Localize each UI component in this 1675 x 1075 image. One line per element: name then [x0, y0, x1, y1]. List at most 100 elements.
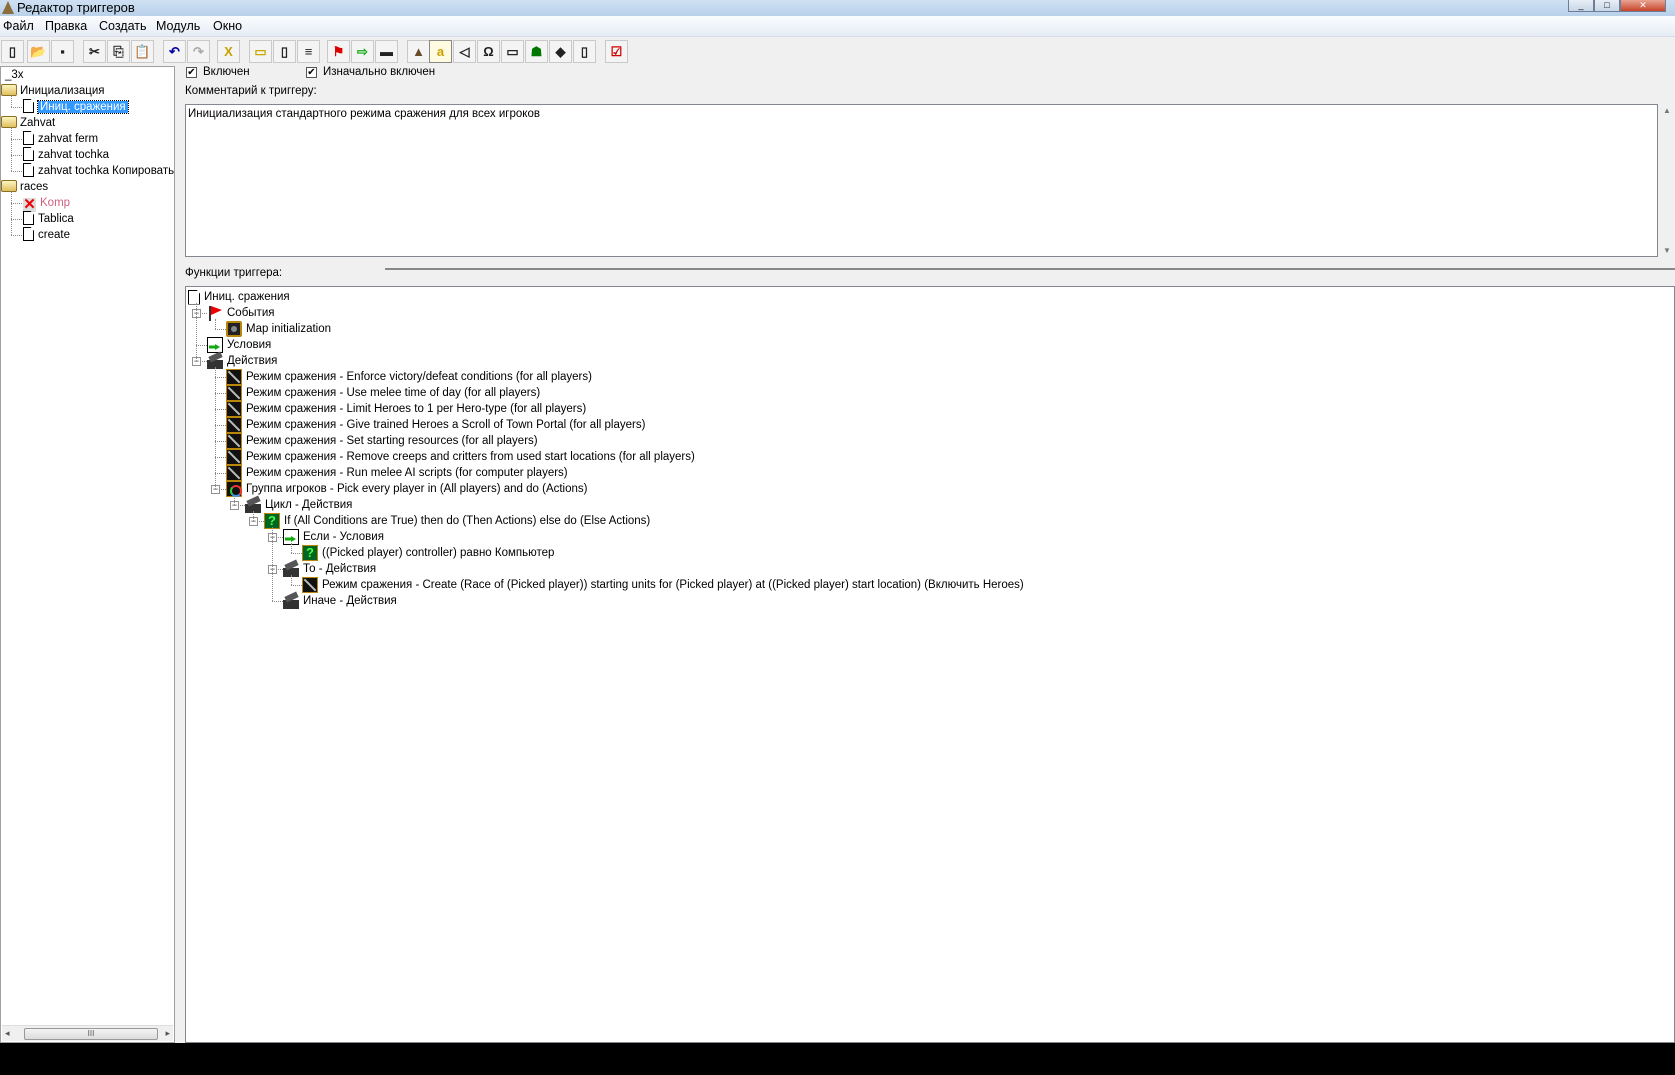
horizontal-scrollbar[interactable]: ◂ III ▸ — [2, 1025, 173, 1041]
new-condition-icon: ⇨ — [357, 43, 368, 59]
menu-create[interactable]: Создать — [99, 19, 147, 33]
scroll-right-icon[interactable]: ▸ — [165, 1028, 170, 1039]
new-action-button[interactable]: ▬ — [375, 40, 398, 63]
function-node[interactable]: ? If (All Conditions are True) then do (T… — [264, 513, 650, 529]
function-node[interactable]: Режим сражения - Set starting resources … — [226, 433, 538, 449]
function-node[interactable]: ? ((Picked player) controller) равно Комп… — [302, 545, 554, 561]
new-trigger-button[interactable]: ▯ — [273, 40, 296, 63]
open-button[interactable]: 📂 — [27, 40, 50, 63]
redo-button[interactable]: ↷ — [187, 40, 210, 63]
campaign-editor-icon: ▭ — [506, 43, 519, 59]
tree-line — [215, 457, 226, 458]
trigger-item[interactable]: Tablica — [23, 211, 74, 227]
scroll-left-icon[interactable]: ◂ — [5, 1028, 10, 1039]
initially-on-label: Изначально включен — [323, 66, 436, 78]
menu-edit[interactable]: Правка — [45, 19, 87, 33]
delete-button[interactable]: X — [217, 40, 240, 63]
checkmark-icon[interactable]: ✔ — [306, 66, 317, 78]
campaign-editor-button[interactable]: ▭ — [501, 40, 524, 63]
new-button[interactable]: ▯ — [1, 40, 24, 63]
tree-line — [215, 393, 226, 394]
node-label: Условия — [227, 339, 272, 351]
object-manager-button[interactable]: ◆ — [549, 40, 572, 63]
function-node[interactable]: Режим сражения - Use melee time of day (… — [226, 385, 540, 401]
function-node[interactable]: Иначе - Действия — [283, 593, 397, 609]
terrain-editor-button[interactable]: ▲ — [407, 40, 430, 63]
scroll-thumb[interactable]: III — [24, 1028, 158, 1040]
function-node[interactable]: Режим сражения - Remove creeps and critt… — [226, 449, 695, 465]
minimize-button[interactable]: _ — [1568, 0, 1594, 12]
menu-window[interactable]: Окно — [213, 19, 242, 33]
object-editor-icon: Ω — [483, 44, 494, 59]
comment-scrollbar[interactable]: ▲ ▼ — [1660, 104, 1675, 257]
function-node[interactable]: Map initialization — [226, 321, 331, 337]
trigger-item[interactable]: zahvat ferm — [23, 131, 98, 147]
maximize-button[interactable]: □ — [1594, 0, 1620, 12]
category-item[interactable]: Инициализация — [1, 83, 105, 99]
trigger-item[interactable]: Иниц. сражения — [23, 99, 129, 115]
trigger-item[interactable]: ✕ Komp — [23, 195, 70, 213]
new-event-icon: ⚑ — [332, 43, 345, 59]
item-label: zahvat tochka Копировать — [38, 165, 175, 177]
cut-button[interactable]: ✂ — [83, 40, 106, 63]
new-comment-icon: ≡ — [304, 44, 313, 59]
action-icon — [283, 593, 299, 609]
checkmark-icon[interactable]: ✔ — [186, 66, 197, 78]
window-title: Редактор триггеров — [17, 0, 135, 15]
function-node[interactable]: Цикл - Действия — [245, 497, 352, 513]
node-label: Режим сражения - Create (Race of (Picked… — [322, 579, 1024, 591]
enabled-checkbox[interactable]: ✔ Включен — [186, 66, 250, 78]
folder-icon — [1, 116, 17, 128]
copy-button[interactable]: ⎘ — [107, 40, 130, 63]
node-label: Режим сражения - Set starting resources … — [246, 435, 538, 447]
map-root[interactable]: _3x — [5, 67, 24, 83]
initially-on-checkbox[interactable]: ✔ Изначально включен — [306, 66, 435, 78]
function-node[interactable]: Условия — [207, 337, 271, 353]
trigger-list-panel: _3x ◂ III ▸ Инициализация Иниц. сражения Z… — [0, 66, 175, 1043]
function-node[interactable]: Режим сражения - Enforce victory/defeat … — [226, 369, 592, 385]
tree-line — [291, 543, 292, 553]
melee-action-icon — [226, 465, 242, 481]
function-node[interactable]: Режим сражения - Limit Heroes to 1 per H… — [226, 401, 586, 417]
category-item[interactable]: Zahvat — [1, 115, 55, 131]
tree-line — [196, 303, 197, 361]
tree-line — [11, 95, 12, 107]
comment-textarea[interactable]: Инициализация стандартного режима сражен… — [185, 104, 1658, 257]
item-label: Zahvat — [20, 117, 56, 129]
function-node[interactable]: То - Действия — [283, 561, 376, 577]
undo-button[interactable]: ↶ — [163, 40, 186, 63]
node-label: If (All Conditions are True) then do (Th… — [284, 515, 651, 527]
object-manager-icon: ◆ — [555, 43, 566, 59]
import-manager-button[interactable]: ▯ — [573, 40, 596, 63]
category-item[interactable]: races — [1, 179, 48, 195]
trigger-editor-button[interactable]: a — [429, 40, 452, 63]
splitter[interactable] — [385, 268, 1675, 270]
function-node[interactable]: Режим сражения - Create (Race of (Picked… — [302, 577, 1024, 593]
function-node[interactable]: Группа игроков - Pick every player in (A… — [226, 481, 587, 497]
menu-file[interactable]: Файл — [3, 19, 34, 33]
paste-button[interactable]: 📋 — [131, 40, 154, 63]
ai-editor-button[interactable]: ☗ — [525, 40, 548, 63]
function-node[interactable]: Иниц. сражения — [188, 289, 290, 305]
sound-editor-button[interactable]: ◁ — [453, 40, 476, 63]
close-button[interactable]: ✕ — [1620, 0, 1666, 12]
function-node[interactable]: Режим сражения - Give trained Heroes a S… — [226, 417, 645, 433]
trigger-icon — [23, 131, 34, 145]
save-button[interactable]: ▪ — [51, 40, 74, 63]
new-condition-button[interactable]: ⇨ — [351, 40, 374, 63]
new-comment-button[interactable]: ≡ — [297, 40, 320, 63]
tree-line — [272, 601, 283, 602]
trigger-item[interactable]: zahvat tochka Копировать — [23, 163, 174, 179]
menu-module[interactable]: Модуль — [156, 19, 200, 33]
trigger-item[interactable]: zahvat tochka — [23, 147, 109, 163]
disabled-trigger-icon: ✕ — [23, 196, 36, 213]
function-node[interactable]: Режим сражения - Run melee AI scripts (f… — [226, 465, 568, 481]
object-editor-button[interactable]: Ω — [477, 40, 500, 63]
test-map-button[interactable]: ☑ — [605, 40, 628, 63]
function-node[interactable]: Действия — [207, 353, 277, 369]
function-node[interactable]: События — [207, 305, 274, 321]
function-node[interactable]: Если - Условия — [283, 529, 384, 545]
trigger-item[interactable]: create — [23, 227, 70, 243]
new-category-button[interactable]: ▭ — [249, 40, 272, 63]
new-event-button[interactable]: ⚑ — [327, 40, 350, 63]
